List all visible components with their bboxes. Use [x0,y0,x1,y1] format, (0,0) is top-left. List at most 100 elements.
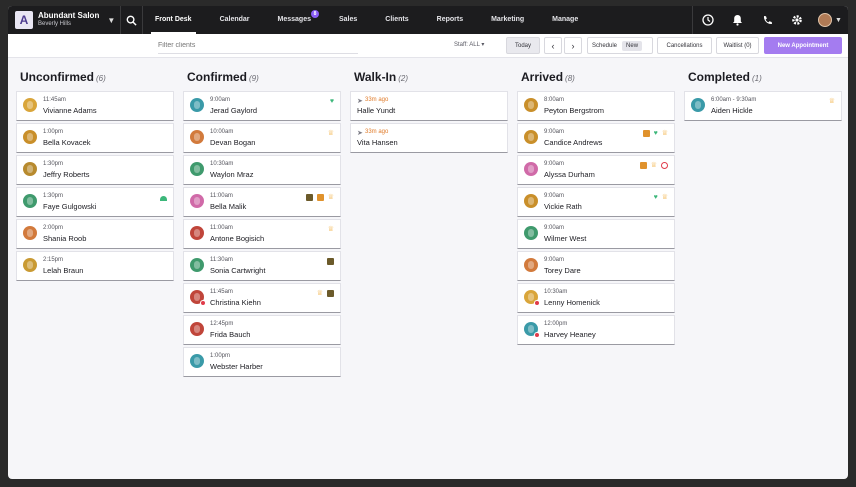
alert-icon [534,300,540,306]
client-name: Sonia Cartwright [210,266,266,275]
phone-button[interactable] [752,6,782,34]
appointment-time: 11:30am [210,257,233,263]
appointment-card[interactable]: 2:15pm Lelah Braun [16,251,174,281]
client-name: Antone Bogisich [210,234,265,243]
appointment-card[interactable]: 1:00pm Webster Harber [183,347,341,377]
heart-icon: ♥ [653,130,658,137]
filter-clients-input[interactable] [158,38,358,54]
appointment-time: 2:15pm [43,257,64,263]
alert-icon [534,332,540,338]
today-button[interactable]: Today [506,37,540,54]
client-name: Waylon Mraz [210,170,254,179]
cancellations-button[interactable]: Cancellations [657,37,712,54]
nav-reports[interactable]: Reports [437,6,463,34]
heart-icon: ♥ [653,194,658,201]
client-name: Bella Malik [210,202,247,211]
appointment-card[interactable]: 8:00am Peyton Bergstrom [517,91,675,121]
appointment-time: 1:30pm [43,161,64,167]
search-button[interactable] [121,6,143,34]
staff-filter[interactable]: Staff: ALL ▾ [454,41,484,48]
appointment-card[interactable]: 2:00pm Shania Roob [16,219,174,249]
avatar [190,258,204,272]
nav-front-desk[interactable]: Front Desk [151,6,196,34]
appointment-card[interactable]: ➤ 33m ago Vita Hansen [350,123,508,153]
appointment-card[interactable]: 10:30am Lenny Homenick [517,283,675,313]
appointment-time: 2:00pm [43,225,64,231]
toolbar: Staff: ALL ▾ Today ‹ › Schedule New Canc… [8,34,848,58]
appointment-time: 10:00am [210,129,234,135]
appointment-time: 33m ago [365,129,389,135]
previous-day-button[interactable]: ‹ [544,37,562,54]
appointment-card[interactable]: 1:30pm Jeffry Roberts [16,155,174,185]
nav-calendar[interactable]: Calendar [220,6,250,34]
nav-sales[interactable]: Sales [339,6,357,34]
new-appointment-button[interactable]: New Appointment [764,37,842,54]
crown-icon: ♕ [327,130,334,137]
settings-button[interactable] [782,6,812,34]
appointment-card[interactable]: ➤ 33m ago Halle Yundt [350,91,508,121]
client-name: Bella Kovacek [43,138,91,147]
appointment-card[interactable]: 10:00am Devan Bogan ♕ [183,123,341,153]
appointment-card[interactable]: 6:00am - 9:30am Aiden Hickle ♕ [684,91,842,121]
appointment-card[interactable]: 9:00am Torey Dare [517,251,675,281]
schedule-button[interactable]: Schedule New [587,37,653,54]
appointment-card[interactable]: 9:00am Alyssa Durham ♕ [517,155,675,185]
avatar [190,130,204,144]
appointment-card[interactable]: 1:30pm Faye Gulgowski [16,187,174,217]
appointment-card[interactable]: 11:30am Sonia Cartwright [183,251,341,281]
notifications-button[interactable] [722,6,752,34]
appointment-card[interactable]: 10:30am Waylon Mraz [183,155,341,185]
user-menu[interactable]: ▼ [812,6,848,34]
client-name: Frida Bauch [210,330,251,339]
nav-manage[interactable]: Manage [552,6,578,34]
appointment-card[interactable]: 12:00pm Harvey Heaney [517,315,675,345]
avatar [524,98,538,112]
walking-icon: ➤ [357,130,363,137]
appointment-card[interactable]: 9:00am Jerad Gaylord ♥ [183,91,341,121]
appointment-card[interactable]: 9:00am Candice Andrews ♥ ♕ [517,123,675,153]
appointment-card[interactable]: 12:45pm Frida Bauch [183,315,341,345]
gift-card-icon [316,194,324,201]
appointment-time: 1:30pm [43,193,64,199]
appointment-time: 10:30am [544,289,568,295]
appointment-card[interactable]: 11:00am Antone Bogisich ♕ [183,219,341,249]
membership-card-icon [305,194,313,201]
appointment-card[interactable]: 11:00am Bella Malik ♕ [183,187,341,217]
chevron-down-icon: ▾ [481,42,485,48]
appointment-time: 10:30am [210,161,234,167]
next-day-button[interactable]: › [564,37,582,54]
appointment-card[interactable]: 9:00am Wilmer West [517,219,675,249]
avatar [524,226,538,240]
appointment-time: 12:45pm [210,321,234,327]
nav-clients[interactable]: Clients [385,6,408,34]
appointment-time: 6:00am - 9:30am [711,97,757,103]
crown-icon: ♕ [661,130,668,137]
column-count: (6) [96,74,106,83]
avatar [190,162,204,176]
waitlist-button[interactable]: Waitlist (0) [716,37,759,54]
avatar [818,13,833,27]
nav-marketing[interactable]: Marketing [491,6,524,34]
membership-card-icon [327,290,334,297]
avatar [691,98,705,112]
appointment-card[interactable]: 11:45am Christina Kiehn ♕ [183,283,341,313]
salon-logo-icon: A [15,11,33,29]
client-name: Devan Bogan [210,138,256,147]
avatar [190,226,204,240]
appointment-time: 11:00am [210,225,233,231]
bell-icon [732,15,742,26]
avatar [23,98,37,112]
appointment-card[interactable]: 9:00am Vickie Rath ♥ ♕ [517,187,675,217]
appointment-card[interactable]: 1:00pm Bella Kovacek [16,123,174,153]
nav-messages[interactable]: Messages 8 [278,6,319,34]
no-show-icon [661,162,668,169]
chevron-down-icon: ▼ [107,15,116,25]
appointment-card[interactable]: 11:45am Vivianne Adams [16,91,174,121]
avatar [524,258,538,272]
crown-icon: ♕ [327,226,334,233]
appointment-time: 9:00am [544,129,565,135]
clock-button[interactable] [692,6,722,34]
avatar [190,322,204,336]
appointment-time: 33m ago [365,97,389,103]
salon-switcher[interactable]: A Abundant Salon Beverly Hills ▼ [8,6,121,34]
